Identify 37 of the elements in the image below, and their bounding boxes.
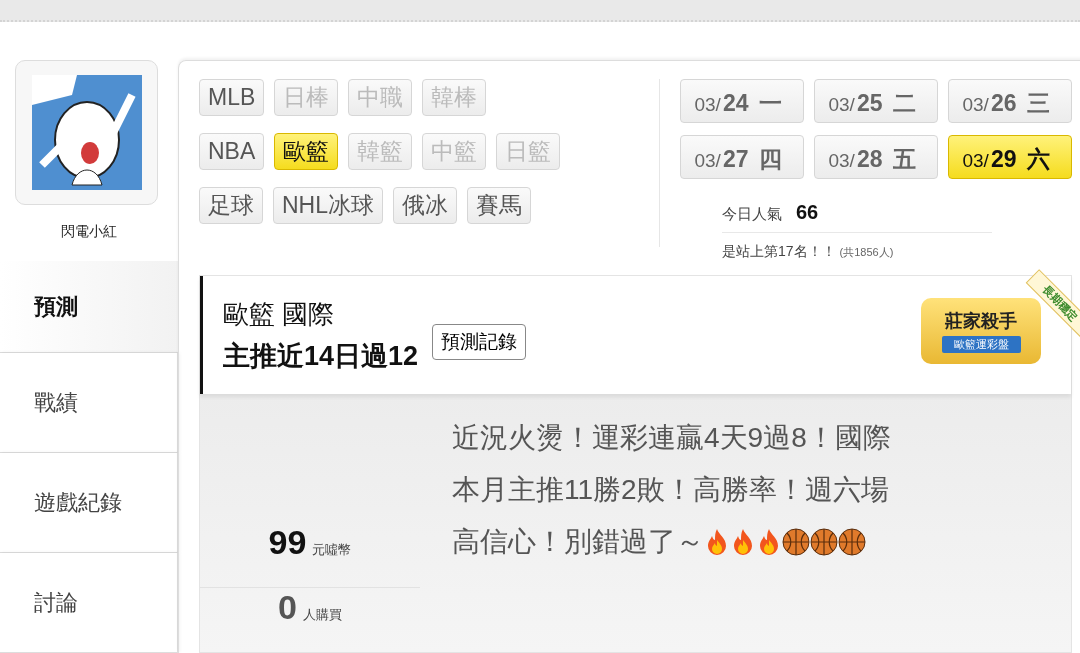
basketball-icon <box>810 528 838 556</box>
date-button[interactable]: 03/26 三 <box>948 79 1072 123</box>
date-button[interactable]: 03/27 四 <box>680 135 804 179</box>
sport-button[interactable]: NHL冰球 <box>273 187 383 224</box>
date-button[interactable]: 03/25 二 <box>814 79 938 123</box>
date-button[interactable]: 03/29 六 <box>948 135 1072 179</box>
basketball-icon <box>782 528 810 556</box>
date-button[interactable]: 03/24 一 <box>680 79 804 123</box>
price-unit: 元噓幣 <box>312 541 352 559</box>
description-line: 近況火燙！運彩連贏4天9過8！國際 <box>452 421 891 455</box>
basketball-icon <box>838 528 866 556</box>
buyers-count: 0 <box>278 588 297 627</box>
date-button[interactable]: 03/28 五 <box>814 135 938 179</box>
sidebar-tab[interactable]: 討論 <box>0 553 178 653</box>
sport-button[interactable]: NBA <box>199 133 265 170</box>
description-line: 高信心！別錯過了～ <box>452 525 704 559</box>
sidebar-tab[interactable]: 遊戲紀錄 <box>0 453 178 554</box>
sidebar-tab[interactable]: 預測 <box>0 261 178 354</box>
popularity-value: 66 <box>796 201 819 224</box>
league-title: 歐籃 國際 <box>223 297 336 331</box>
sport-button[interactable]: 足球 <box>199 187 263 224</box>
sport-button[interactable]: 俄冰 <box>393 187 457 224</box>
total-users: (共1856人) <box>839 245 894 260</box>
sport-button[interactable]: MLB <box>199 79 265 116</box>
sport-button[interactable]: 歐籃 <box>274 133 339 170</box>
badge-subtitle: 歐籃運彩盤 <box>941 336 1021 353</box>
description-line: 本月主推11勝2敗！高勝率！週六場 <box>452 473 889 507</box>
headline: 主推近14日過12 <box>223 339 419 373</box>
user-name: 閃電小紅 <box>60 223 118 242</box>
sidebar-tab[interactable]: 戰績 <box>0 353 178 454</box>
award-badge: 莊家殺手 歐籃運彩盤 <box>921 298 1041 364</box>
buyers-unit: 人購買 <box>302 606 342 624</box>
rank-text: 是站上第17名！！ <box>722 243 836 261</box>
record-button[interactable]: 預測記錄 <box>432 324 527 360</box>
popularity-label: 今日人氣 <box>722 205 782 224</box>
price-value: 99 <box>268 523 307 562</box>
sport-button[interactable]: 賽馬 <box>467 187 531 224</box>
